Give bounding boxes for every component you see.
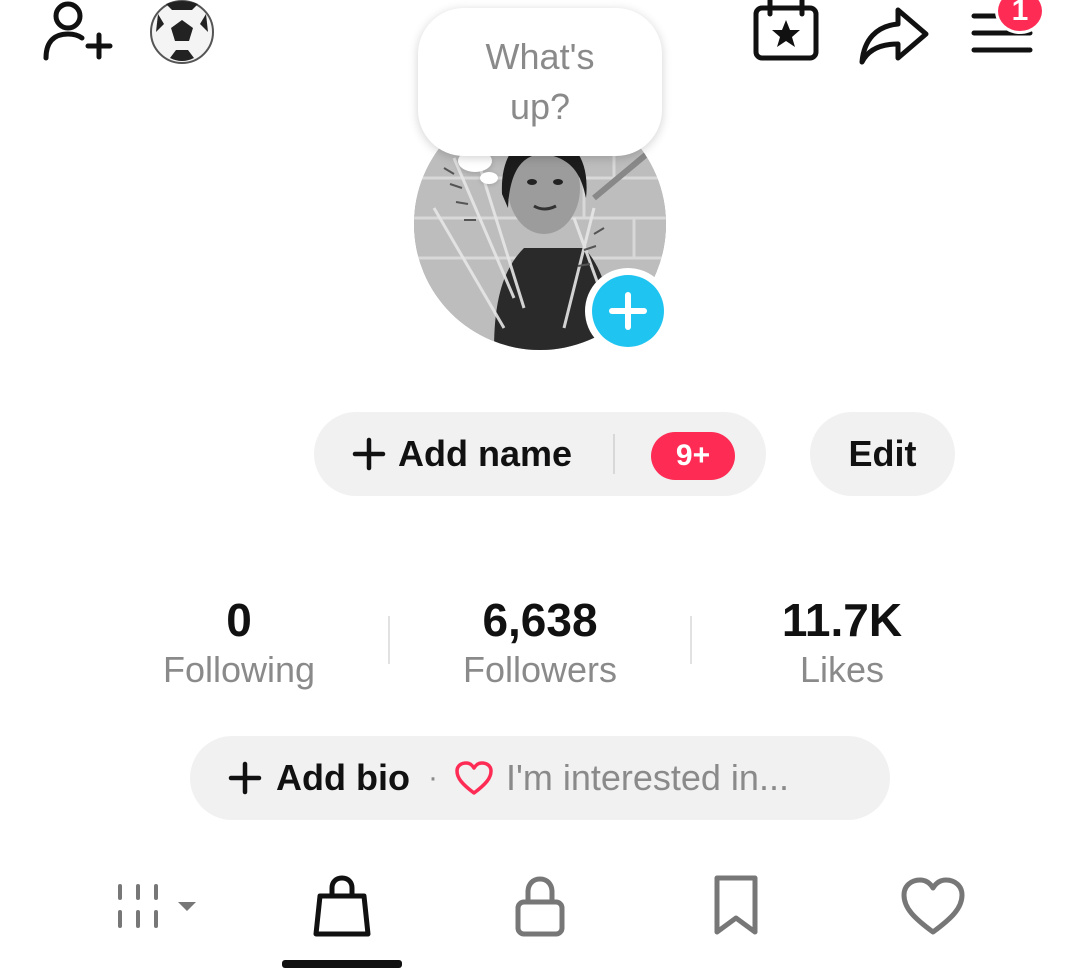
add-photo-button[interactable] [585, 268, 671, 354]
followers-label: Followers [462, 649, 618, 690]
notification-badge[interactable]: 9+ [651, 432, 735, 480]
soccer-ball-icon[interactable] [148, 0, 216, 71]
bubble-tail-small [480, 172, 498, 184]
add-name-button[interactable]: Add name 9+ [314, 412, 766, 496]
following-label: Following [162, 649, 316, 690]
stat-followers[interactable]: 6,638 Followers [410, 592, 670, 692]
add-friend-icon[interactable] [40, 0, 116, 69]
share-icon[interactable] [858, 6, 930, 71]
divider [613, 434, 615, 474]
likes-count: 11.7K [781, 594, 903, 646]
stat-divider [388, 616, 390, 664]
heart-icon [900, 876, 966, 941]
stat-following[interactable]: 0 Following [109, 592, 369, 692]
tab-private[interactable] [500, 870, 580, 946]
following-count: 0 [226, 594, 252, 646]
edit-label: Edit [848, 433, 917, 474]
add-bio-label: Add bio [276, 757, 410, 798]
grid-icon [110, 876, 200, 941]
plus-icon [592, 275, 664, 347]
plus-icon [228, 761, 262, 795]
bio-separator: · [427, 761, 438, 794]
followers-count: 6,638 [482, 594, 598, 646]
likes-label: Likes [799, 649, 885, 690]
stat-divider [690, 616, 692, 664]
lock-icon [512, 874, 568, 943]
tab-videos[interactable] [110, 870, 200, 946]
selected-tab-indicator [282, 960, 402, 968]
bookmark-icon [711, 874, 761, 943]
shopping-bag-icon [312, 874, 372, 943]
stat-likes[interactable]: 11.7K Likes [712, 592, 972, 692]
tab-liked[interactable] [890, 870, 976, 946]
add-bio-button[interactable]: Add bio · I'm interested in... [190, 736, 890, 820]
tab-favorites[interactable] [696, 870, 776, 946]
heart-icon [454, 760, 494, 796]
status-bubble[interactable]: What's up? [418, 8, 662, 156]
edit-profile-button[interactable]: Edit [810, 412, 955, 496]
add-name-label: Add name [398, 433, 573, 474]
interests-text: I'm interested in... [505, 757, 789, 798]
calendar-star-icon[interactable] [752, 0, 820, 69]
status-bubble-text: What's up? [485, 36, 595, 127]
plus-icon [352, 437, 386, 471]
tab-shop[interactable] [300, 870, 384, 946]
